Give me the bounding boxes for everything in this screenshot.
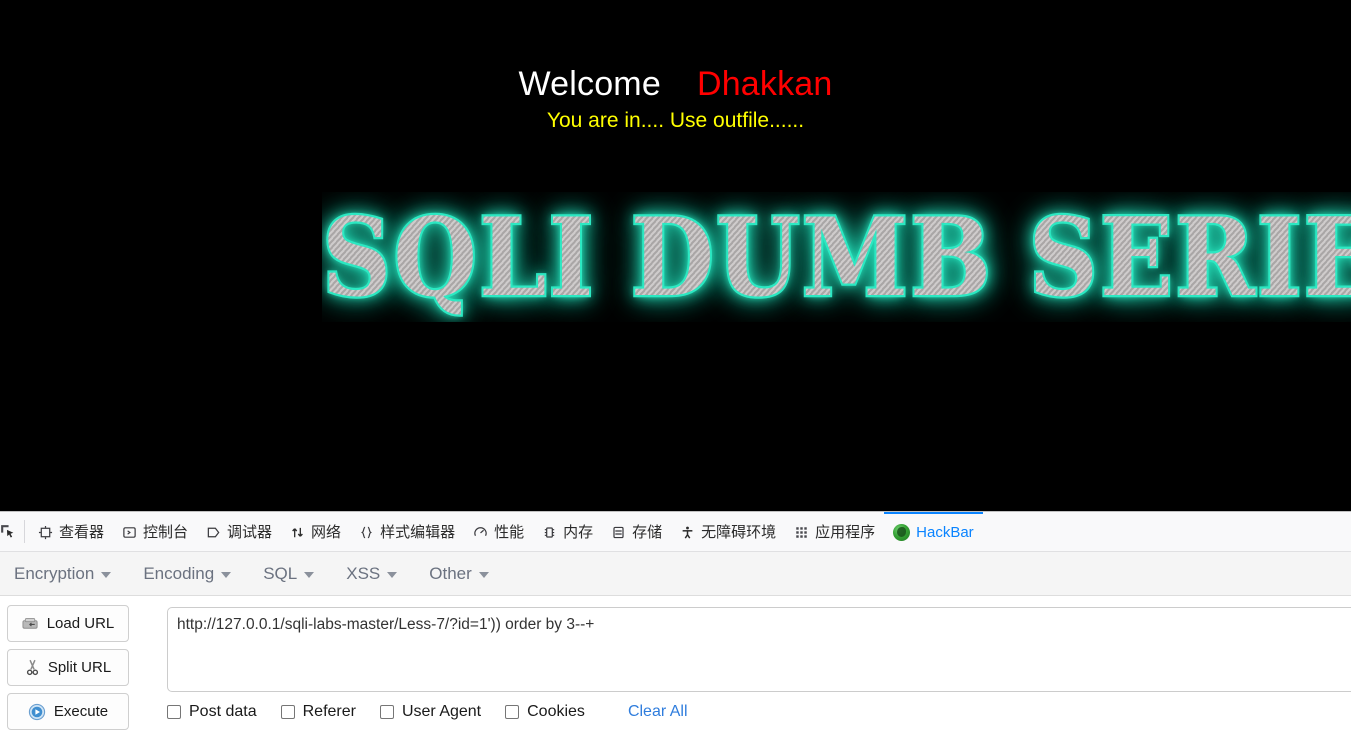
menu-sql[interactable]: SQL <box>263 563 315 584</box>
tab-label: 性能 <box>494 524 525 541</box>
tab-inspector[interactable]: 查看器 <box>29 512 113 551</box>
accessibility-icon <box>680 525 695 540</box>
load-url-icon <box>22 617 39 631</box>
chevron-down-icon <box>221 572 232 578</box>
menu-label: Encryption <box>14 563 95 583</box>
chevron-down-icon <box>478 572 489 578</box>
tab-application[interactable]: 应用程序 <box>785 512 884 551</box>
tab-label: 调试器 <box>227 524 273 541</box>
tab-label: 查看器 <box>59 524 105 541</box>
web-page-content: Welcome Dhakkan You are in.... Use outfil… <box>0 0 1351 511</box>
tab-network[interactable]: 网络 <box>281 512 350 551</box>
option-user-agent[interactable]: User Agent <box>379 703 482 721</box>
hackbar-icon <box>893 524 911 541</box>
tab-label: 网络 <box>311 524 342 541</box>
console-icon <box>122 525 137 540</box>
devtools-tab-strip: 查看器 控制台 调试器 网络 样式编辑器 性能 内存 存储 无障碍环境 应用程序… <box>0 512 1351 552</box>
execute-button[interactable]: Execute <box>7 693 129 730</box>
url-input[interactable]: http://127.0.0.1/sqli-labs-master/Less-7… <box>167 607 1351 692</box>
sqli-banner-text: SQLI DUMB SERIES <box>322 192 1351 322</box>
menu-encryption[interactable]: Encryption <box>14 563 112 584</box>
inspector-icon <box>38 525 53 540</box>
option-label: User Agent <box>401 703 482 720</box>
welcome-block: Welcome Dhakkan You are in.... Use outfil… <box>0 65 1351 133</box>
menu-label: Encoding <box>143 563 215 583</box>
tab-label: 存储 <box>632 524 663 541</box>
tab-hackbar[interactable]: HackBar <box>884 512 983 551</box>
tab-label: 内存 <box>563 524 594 541</box>
tab-label: 控制台 <box>143 524 189 541</box>
menu-label: SQL <box>263 563 298 583</box>
storage-icon <box>611 525 626 540</box>
network-icon <box>290 525 305 540</box>
chevron-down-icon <box>387 572 398 578</box>
tab-storage[interactable]: 存储 <box>602 512 671 551</box>
option-cookies[interactable]: Cookies <box>505 703 585 721</box>
checkbox[interactable] <box>505 705 520 719</box>
split-url-button[interactable]: Split URL <box>7 649 129 686</box>
option-referer[interactable]: Referer <box>280 703 356 721</box>
hackbar-menubar: Encryption Encoding SQL XSS Other <box>0 552 1351 596</box>
username-label: Dhakkan <box>696 65 833 103</box>
hackbar-body: Load URL Split URL Execute http://127.0.… <box>0 596 1351 742</box>
browser-window: Welcome Dhakkan You are in.... Use outfil… <box>0 0 1351 742</box>
tab-memory[interactable]: 内存 <box>533 512 602 551</box>
element-picker-icon[interactable] <box>0 512 20 551</box>
page-subtitle: You are in.... Use outfile...... <box>546 109 805 133</box>
checkbox[interactable] <box>167 705 181 719</box>
tab-accessibility[interactable]: 无障碍环境 <box>671 512 785 551</box>
clear-all-link[interactable]: Clear All <box>628 703 688 721</box>
welcome-line: Welcome Dhakkan <box>0 65 1351 103</box>
tab-label: 无障碍环境 <box>701 524 777 541</box>
hackbar-action-buttons: Load URL Split URL Execute <box>7 605 129 737</box>
tab-label: 应用程序 <box>815 524 876 541</box>
load-url-button[interactable]: Load URL <box>7 605 129 642</box>
menu-encoding[interactable]: Encoding <box>143 563 232 584</box>
tab-console[interactable]: 控制台 <box>113 512 197 551</box>
memory-icon <box>542 525 557 540</box>
devtools-panel: 查看器 控制台 调试器 网络 样式编辑器 性能 内存 存储 无障碍环境 应用程序… <box>0 511 1351 742</box>
tab-debugger[interactable]: 调试器 <box>197 512 281 551</box>
option-label: Cookies <box>527 703 585 720</box>
sqli-banner: SQLI DUMB SERIES SQLI DUMB SERIES <box>322 192 1351 322</box>
tab-label: HackBar <box>916 524 974 541</box>
debugger-icon <box>206 525 221 540</box>
menu-label: XSS <box>346 563 381 583</box>
button-label: Split URL <box>47 659 112 676</box>
checkbox[interactable] <box>379 705 394 719</box>
style-editor-icon <box>359 525 374 540</box>
tab-performance[interactable]: 性能 <box>464 512 533 551</box>
option-post-data[interactable]: Post data <box>167 703 257 721</box>
hackbar-options-row: Post data Referer User Agent Cookies Cle… <box>167 703 688 721</box>
chevron-down-icon <box>304 572 315 578</box>
performance-icon <box>473 525 488 540</box>
tab-label: 样式编辑器 <box>380 524 456 541</box>
welcome-label: Welcome <box>518 65 661 103</box>
option-label: Post data <box>189 703 257 720</box>
toolbar-separator <box>24 520 25 543</box>
play-icon <box>28 703 46 721</box>
application-icon <box>794 525 809 540</box>
checkbox[interactable] <box>280 705 295 719</box>
button-label: Load URL <box>46 615 115 632</box>
menu-label: Other <box>429 563 472 583</box>
option-label: Referer <box>302 703 356 720</box>
scissors-icon <box>25 659 40 676</box>
chevron-down-icon <box>101 572 112 578</box>
tab-style-editor[interactable]: 样式编辑器 <box>350 512 464 551</box>
menu-other[interactable]: Other <box>429 564 489 584</box>
button-label: Execute <box>53 703 109 720</box>
menu-xss[interactable]: XSS <box>346 563 398 584</box>
